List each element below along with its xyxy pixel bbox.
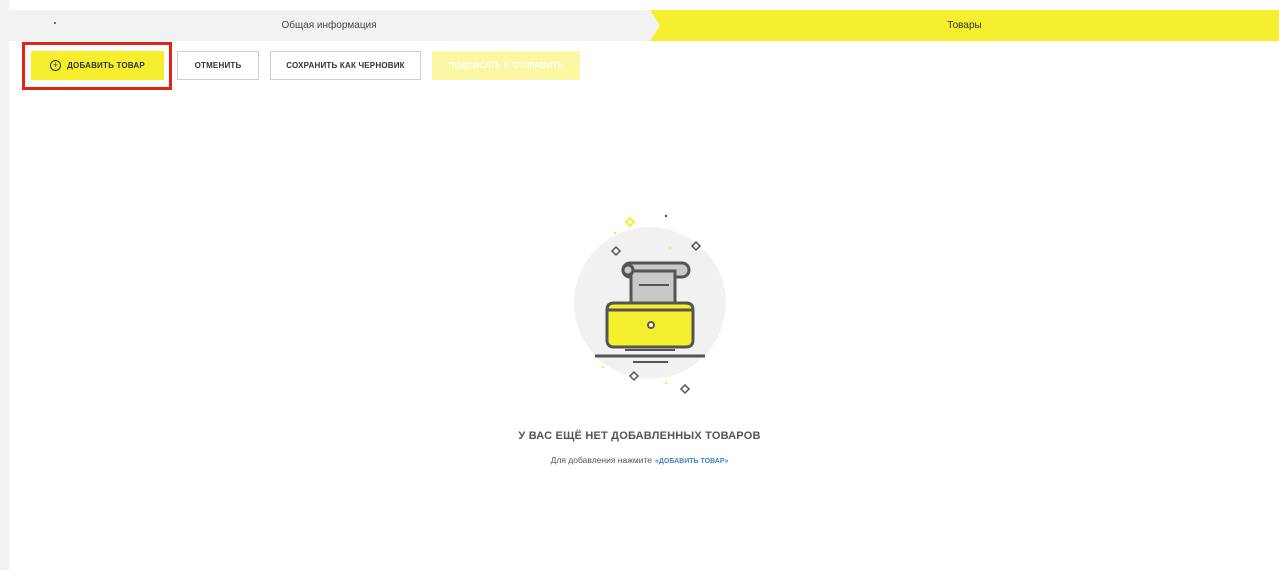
step-label: Общая информация [281,20,377,31]
stepper: Общая информация Товары [9,10,1279,41]
step-general-info[interactable]: Общая информация [9,10,660,41]
empty-state-title: У ВАС ЕЩЁ НЕТ ДОБАВЛЕННЫХ ТОВАРОВ [518,430,761,442]
step-marker-icon [54,22,56,24]
left-edge [0,0,9,570]
cancel-button[interactable]: ОТМЕНИТЬ [177,51,259,80]
sign-and-send-button: ПОДПИСАТЬ И ОТПРАВИТЬ [432,51,580,80]
step-goods[interactable]: Товары [650,10,1279,41]
cancel-label: ОТМЕНИТЬ [194,61,242,70]
add-goods-link[interactable]: «ДОБАВИТЬ ТОВАР» [655,458,728,465]
highlight-frame [22,42,172,90]
save-draft-label: СОХРАНИТЬ КАК ЧЕРНОВИК [286,61,405,70]
empty-state-hint: Для добавления нажмите «ДОБАВИТЬ ТОВАР» [0,455,1279,465]
empty-state-hint-text: Для добавления нажмите [550,455,653,465]
step-label: Товары [947,20,982,31]
empty-folder-scroll-icon [573,205,733,400]
sign-and-send-label: ПОДПИСАТЬ И ОТПРАВИТЬ [448,61,564,70]
save-draft-button[interactable]: СОХРАНИТЬ КАК ЧЕРНОВИК [270,51,421,80]
